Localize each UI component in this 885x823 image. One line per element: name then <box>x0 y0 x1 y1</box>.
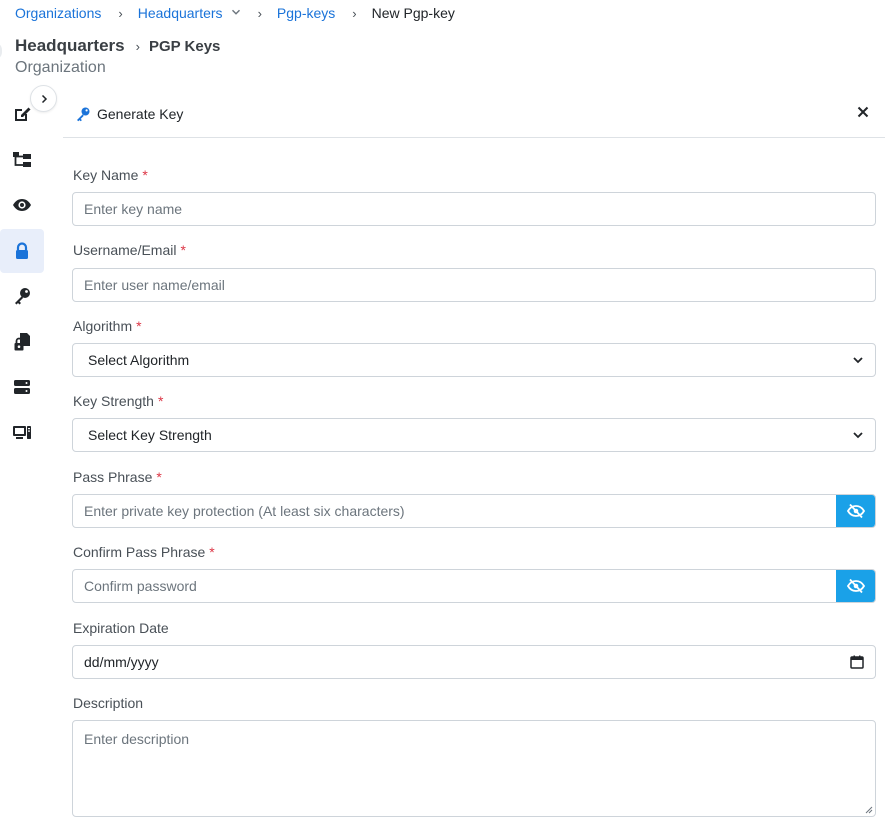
eye-icon <box>13 199 31 211</box>
key-strength-label: Key Strength * <box>73 393 164 409</box>
pass-phrase-field <box>72 494 876 528</box>
algorithm-label: Algorithm * <box>73 318 142 334</box>
breadcrumb-headquarters[interactable]: Headquarters <box>138 5 223 21</box>
expiration-date-input[interactable]: dd/mm/yyyy <box>72 645 876 679</box>
key-name-input[interactable] <box>84 201 864 217</box>
expiration-date-value: dd/mm/yyyy <box>84 654 159 670</box>
chevron-right-icon: › <box>352 5 357 21</box>
lock-icon <box>16 241 28 259</box>
sidebar-toggle-button[interactable] <box>30 85 57 112</box>
toggle-pass-phrase-visibility-button[interactable] <box>836 495 875 527</box>
breadcrumb-organizations[interactable]: Organizations <box>15 5 101 21</box>
chevron-right-icon <box>41 94 47 103</box>
key-icon <box>15 288 30 305</box>
username-input[interactable] <box>84 277 864 293</box>
panel-title: Generate Key <box>97 105 184 122</box>
chevron-right-icon: › <box>118 5 123 21</box>
algorithm-select-value: Select Algorithm <box>88 352 190 368</box>
server-icon <box>14 380 30 394</box>
sidebar-item-view[interactable] <box>0 183 44 227</box>
confirm-pass-phrase-field <box>72 569 876 603</box>
pass-phrase-input[interactable] <box>84 503 836 519</box>
sidebar-item-hierarchy[interactable] <box>0 138 44 182</box>
hierarchy-icon <box>13 151 31 167</box>
page-title: Headquarters › PGP Keys <box>15 36 220 56</box>
panel-header: Generate Key <box>63 90 885 138</box>
breadcrumb: Organizations › Headquarters › Pgp-keys … <box>15 4 455 22</box>
page-title-org: Headquarters <box>15 36 125 55</box>
sidebar-item-file-lock[interactable] <box>0 320 44 364</box>
resize-grip-icon[interactable] <box>863 804 873 814</box>
page-title-section: PGP Keys <box>148 38 221 55</box>
sidebar-item-keys[interactable] <box>0 274 44 318</box>
edge-handle <box>0 42 2 60</box>
description-label: Description <box>73 695 144 711</box>
confirm-pass-phrase-label: Confirm Pass Phrase * <box>73 544 215 560</box>
description-placeholder: Enter description <box>84 731 190 747</box>
username-label: Username/Email * <box>73 242 186 258</box>
sidebar-item-security[interactable] <box>0 228 44 273</box>
chevron-right-icon: › <box>257 5 262 21</box>
toggle-confirm-pass-visibility-button[interactable] <box>836 570 875 602</box>
breadcrumb-current: New Pgp-key <box>371 5 455 21</box>
description-textarea[interactable]: Enter description <box>72 720 876 817</box>
key-name-label: Key Name * <box>73 167 148 183</box>
key-strength-select-value: Select Key Strength <box>88 427 212 443</box>
devices-icon <box>13 425 31 439</box>
chevron-down-icon <box>853 357 863 364</box>
generate-key-panel: Generate Key Key Name* Username/Email* A… <box>63 90 885 823</box>
sidebar <box>0 92 44 456</box>
key-strength-select[interactable]: Select Key Strength <box>72 418 876 452</box>
sidebar-item-servers[interactable] <box>0 365 44 409</box>
key-icon <box>77 107 90 121</box>
close-icon[interactable] <box>855 104 871 120</box>
sidebar-item-devices[interactable] <box>0 411 44 455</box>
eye-slash-icon <box>846 503 865 519</box>
chevron-right-icon: › <box>135 39 140 54</box>
breadcrumb-pgp-keys[interactable]: Pgp-keys <box>277 5 335 21</box>
key-name-field <box>72 192 876 226</box>
file-lock-icon <box>14 332 30 350</box>
algorithm-select[interactable]: Select Algorithm <box>72 343 876 377</box>
expiration-date-label: Expiration Date <box>73 620 169 636</box>
edit-icon <box>15 107 31 121</box>
pass-phrase-label: Pass Phrase * <box>73 469 162 485</box>
chevron-down-icon <box>853 432 863 439</box>
chevron-down-icon[interactable] <box>231 7 241 20</box>
eye-slash-icon <box>846 578 865 594</box>
confirm-pass-phrase-input[interactable] <box>84 578 836 594</box>
calendar-icon[interactable] <box>850 655 864 669</box>
username-field <box>72 268 876 302</box>
page-subtitle: Organization <box>15 59 106 76</box>
